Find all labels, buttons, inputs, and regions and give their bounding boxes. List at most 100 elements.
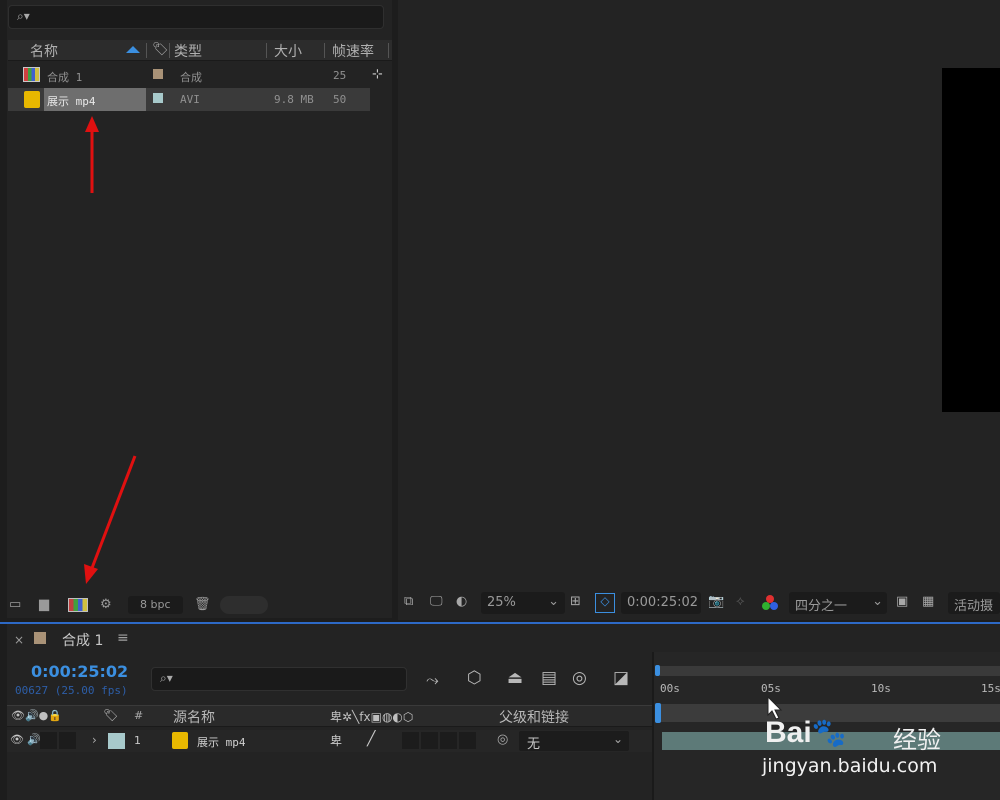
audio-icon[interactable]: 🔊 bbox=[27, 733, 41, 746]
footer-slider[interactable] bbox=[220, 596, 268, 614]
resolution-select[interactable]: 四分之一 ⌄ bbox=[789, 592, 887, 614]
ruler-tick: 10s bbox=[871, 682, 891, 695]
panel-menu-icon[interactable]: ≡ bbox=[117, 630, 129, 646]
always-preview-icon[interactable]: ⧉ bbox=[404, 594, 413, 612]
project-settings-icon[interactable]: ⚙ bbox=[100, 597, 112, 613]
draft-3d-icon[interactable]: ⬡ bbox=[467, 668, 482, 688]
item-fps: 50 bbox=[333, 93, 347, 106]
viewer-timecode[interactable]: 0:00:25:02 bbox=[621, 592, 701, 614]
layer-label-swatch[interactable] bbox=[108, 733, 125, 749]
pickwhip-icon[interactable]: ◎ bbox=[497, 732, 508, 747]
item-fps: 25 bbox=[333, 69, 347, 82]
chevron-right-icon[interactable]: › bbox=[92, 733, 97, 747]
column-size[interactable]: 大小 bbox=[274, 41, 302, 61]
list-item[interactable]: 展示 mp4 AVI 9.8 MB 50 bbox=[8, 88, 370, 111]
grid-guide-icon[interactable]: ⊞ bbox=[570, 594, 581, 612]
sort-ascending-icon[interactable] bbox=[126, 46, 140, 53]
chevron-down-icon: ⌄ bbox=[872, 594, 883, 609]
shy-layers-icon[interactable]: ⏏ bbox=[507, 668, 523, 688]
parent-value: 无 bbox=[527, 737, 541, 752]
transparency-grid-icon[interactable]: ▦ bbox=[922, 594, 934, 612]
watermark-url: jingyan.baidu.com bbox=[762, 755, 938, 777]
visibility-column-icon[interactable]: 👁🔊●🔒 bbox=[11, 709, 62, 722]
show-snapshot-icon[interactable]: ⟡ bbox=[736, 594, 745, 612]
frame-blend-switch[interactable] bbox=[421, 732, 438, 749]
item-name: 合成 1 bbox=[47, 71, 83, 84]
tab-composition[interactable]: 合成 1 bbox=[62, 630, 103, 650]
composition-flowchart-icon[interactable]: ⤳ bbox=[426, 670, 439, 690]
item-type: AVI bbox=[180, 93, 200, 106]
quality-switch-icon[interactable]: ╱ bbox=[367, 731, 375, 747]
footage-file-icon bbox=[24, 91, 40, 108]
timeline-search-input[interactable]: ⌕▾ bbox=[151, 667, 407, 691]
composition-icon bbox=[23, 67, 40, 82]
color-channels-icon[interactable] bbox=[762, 595, 778, 611]
table-row[interactable]: 👁 🔊 › 1 展示 mp4 卑 ╱ ◎ 无 ⌄ bbox=[7, 730, 652, 752]
timeline-divider[interactable] bbox=[652, 652, 654, 800]
monitor-icon[interactable]: 🖵 bbox=[430, 594, 443, 612]
camera-select[interactable]: 活动摄 bbox=[948, 592, 1000, 614]
work-area-start-handle[interactable] bbox=[655, 703, 661, 723]
frame-blending-icon[interactable]: ▤ bbox=[541, 668, 557, 688]
ruler-tick: 15s bbox=[981, 682, 1000, 695]
motion-blur-icon[interactable]: ◎ bbox=[572, 668, 587, 688]
fx-switch[interactable] bbox=[402, 732, 419, 749]
column-name[interactable]: 名称 bbox=[30, 41, 58, 61]
watermark-logo: Bai🐾 bbox=[765, 716, 847, 750]
column-fps[interactable]: 帧速率 bbox=[332, 41, 374, 61]
new-folder-icon[interactable]: ▆ bbox=[39, 597, 49, 613]
interpret-footage-icon[interactable]: ▭ bbox=[9, 597, 21, 613]
motion-blur-switch[interactable] bbox=[440, 732, 457, 749]
mask-icon[interactable]: ◐ bbox=[456, 594, 467, 612]
graph-editor-icon[interactable]: ◪ bbox=[613, 668, 629, 688]
search-icon: ⌕▾ bbox=[160, 671, 173, 685]
source-name-header[interactable]: 源名称 bbox=[173, 707, 215, 727]
trash-icon[interactable]: 🗑 bbox=[194, 597, 211, 613]
switches-header-icons[interactable]: 卑✲╲fx▣◍◐⬡ bbox=[330, 708, 413, 725]
time-navigator[interactable] bbox=[660, 666, 1000, 676]
layer-number-header: # bbox=[134, 709, 144, 722]
parent-select[interactable]: 无 ⌄ bbox=[519, 731, 629, 752]
chevron-down-icon: ⌄ bbox=[612, 732, 623, 746]
label-tag-icon[interactable]: 🏷 bbox=[103, 708, 118, 722]
current-time-display[interactable]: 0:00:25:02 bbox=[31, 662, 128, 681]
label-swatch[interactable] bbox=[153, 93, 163, 103]
zoom-value: 25% bbox=[487, 595, 516, 610]
layer-name[interactable]: 展示 mp4 bbox=[197, 734, 246, 750]
project-column-header: 名称 🏷 类型 大小 帧速率 bbox=[8, 40, 392, 61]
parent-link-header[interactable]: 父级和链接 bbox=[499, 707, 569, 727]
label-tag-icon[interactable]: 🏷 bbox=[152, 42, 169, 57]
lock-toggle[interactable] bbox=[59, 732, 76, 749]
frame-rate-info: 00627 (25.00 fps) bbox=[15, 684, 128, 697]
composition-canvas bbox=[942, 68, 1000, 412]
item-size: 9.8 MB bbox=[274, 93, 314, 106]
fast-preview-icon[interactable]: ▣ bbox=[896, 594, 908, 612]
solo-toggle[interactable] bbox=[40, 732, 57, 749]
zoom-select[interactable]: 25% ⌄ bbox=[481, 592, 565, 614]
ruler-tick: 00s bbox=[660, 682, 680, 695]
resolution-value: 四分之一 bbox=[795, 599, 848, 614]
eye-icon[interactable]: 👁 bbox=[10, 733, 24, 746]
new-composition-icon[interactable] bbox=[68, 598, 88, 612]
list-item[interactable]: 合成 1 合成 25 bbox=[8, 64, 370, 87]
flowchart-icon[interactable]: ⊹ bbox=[372, 67, 383, 82]
composition-tab-swatch bbox=[34, 632, 46, 644]
chevron-down-icon: ⌄ bbox=[548, 594, 559, 609]
region-of-interest-icon[interactable]: ◇ bbox=[595, 593, 615, 613]
shy-switch-icon[interactable]: 卑 bbox=[330, 732, 342, 749]
layer-column-header: 👁🔊●🔒 🏷 # 源名称 卑✲╲fx▣◍◐⬡ 父级和链接 bbox=[7, 705, 652, 727]
project-search-input[interactable]: ⌕▾ bbox=[8, 5, 384, 29]
bpc-button[interactable]: 8 bpc bbox=[128, 596, 183, 614]
time-navigator-start-handle[interactable] bbox=[655, 665, 660, 676]
watermark-logo-text: Bai bbox=[765, 716, 812, 749]
adjustment-switch[interactable] bbox=[459, 732, 476, 749]
snapshot-camera-icon[interactable]: 📷 bbox=[708, 594, 724, 612]
composition-viewer bbox=[398, 0, 1000, 588]
column-type[interactable]: 类型 bbox=[174, 41, 202, 61]
watermark-logo-suffix: 经验 bbox=[893, 726, 941, 754]
close-icon[interactable]: × bbox=[14, 633, 24, 647]
item-name-selected[interactable]: 展示 mp4 bbox=[44, 88, 146, 111]
footage-file-icon bbox=[172, 732, 188, 749]
paw-icon: 🐾 bbox=[811, 717, 847, 748]
label-swatch[interactable] bbox=[153, 69, 163, 79]
